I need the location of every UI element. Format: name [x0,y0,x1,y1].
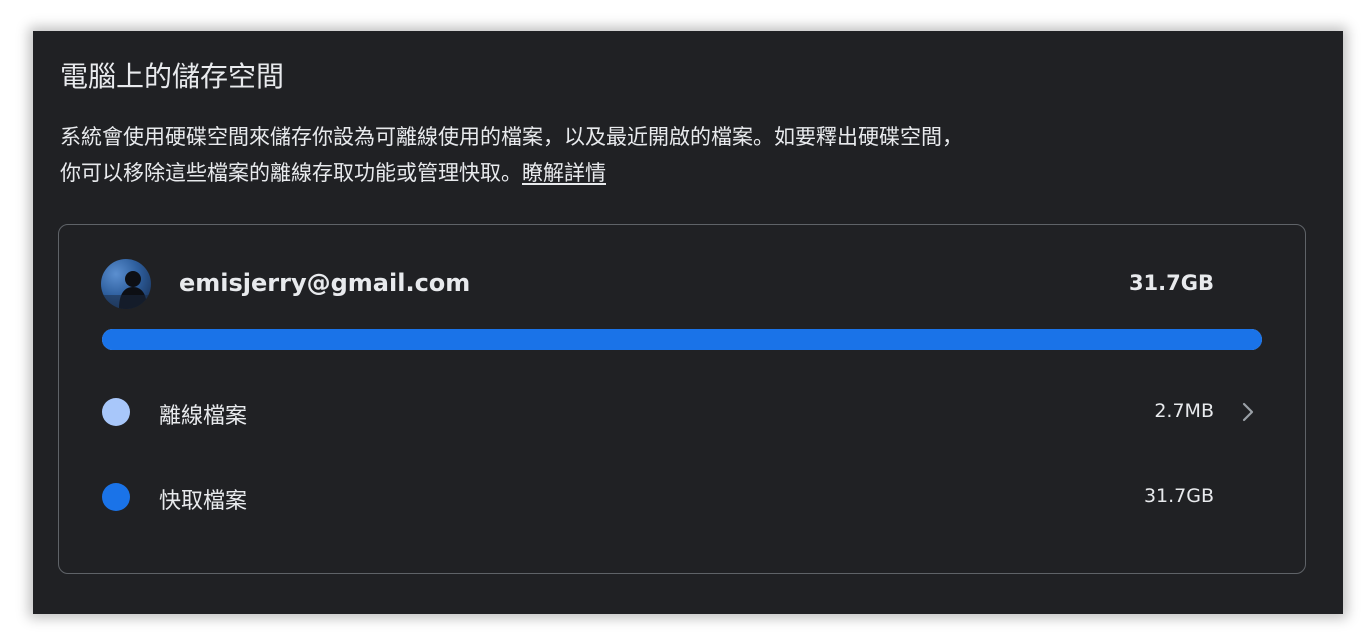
description-line-1: 系統會使用硬碟空間來儲存你設為可離線使用的檔案，以及最近開啟的檔案。如要釋出硬碟… [60,125,963,149]
avatar [101,259,151,309]
description-line-2-text: 你可以移除這些檔案的離線存取功能或管理快取。 [60,161,522,185]
cached-files-legend-dot [102,483,130,511]
account-total-size: 31.7GB [1128,271,1214,295]
section-title: 電腦上的儲存空間 [60,60,285,93]
cached-files-row: 快取檔案 31.7GB [59,467,1305,527]
offline-files-size: 2.7MB [1154,400,1214,422]
account-email: emisjerry@gmail.com [179,269,471,297]
offline-files-legend-dot [102,398,130,426]
section-description: 系統會使用硬碟空間來儲存你設為可離線使用的檔案，以及最近開啟的檔案。如要釋出硬碟… [60,119,963,191]
chevron-right-icon[interactable] [1239,400,1257,424]
usage-bar-cached-fill [102,329,1262,350]
learn-more-link[interactable]: 瞭解詳情 [522,161,606,185]
cached-files-label: 快取檔案 [159,489,248,514]
account-storage-card: emisjerry@gmail.com 31.7GB 離線檔案 2.7MB 快取… [58,224,1306,574]
offline-files-row[interactable]: 離線檔案 2.7MB [59,382,1305,442]
cached-files-size: 31.7GB [1143,485,1214,507]
storage-usage-bar [102,329,1262,350]
avatar-silhouette-icon [101,271,151,309]
offline-files-label: 離線檔案 [159,404,248,429]
storage-panel: 電腦上的儲存空間 系統會使用硬碟空間來儲存你設為可離線使用的檔案，以及最近開啟的… [33,31,1343,614]
description-line-2: 你可以移除這些檔案的離線存取功能或管理快取。瞭解詳情 [60,155,963,191]
